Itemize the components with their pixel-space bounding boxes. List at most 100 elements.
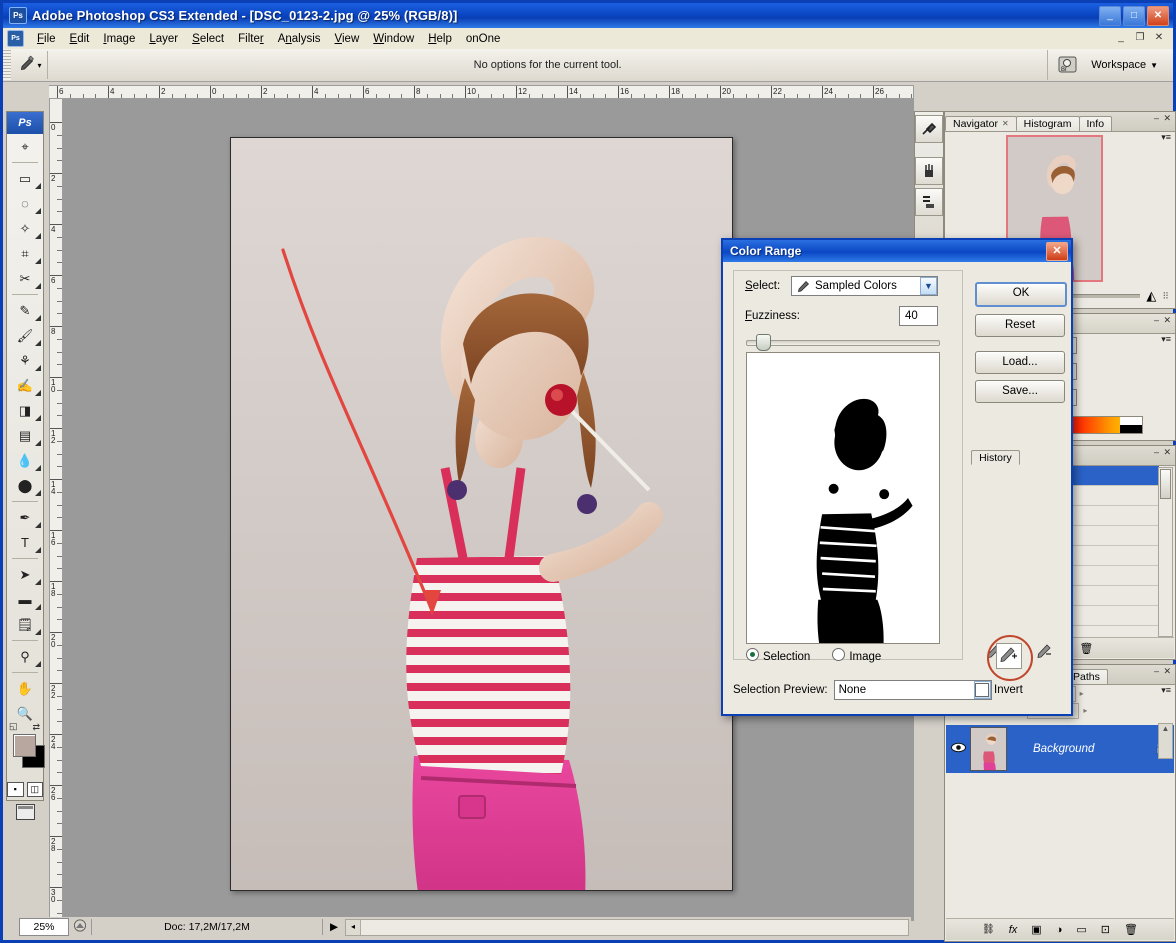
horizontal-scrollbar[interactable]: ◂ — [345, 919, 909, 936]
delete-icon[interactable]: 🗑 — [1079, 642, 1093, 655]
color-range-preview[interactable] — [746, 352, 940, 644]
workspace-button[interactable]: Workspace ▼ — [1086, 57, 1163, 73]
zoom-level-field[interactable]: 25% — [19, 918, 69, 936]
standard-mode-icon[interactable]: ▪ — [7, 782, 24, 797]
layer-mask-icon[interactable]: ▣ — [1031, 923, 1041, 936]
close-icon[interactable]: ✕ — [1002, 119, 1009, 128]
dialog-close-button[interactable]: ✕ — [1046, 242, 1068, 261]
notes-tool[interactable]: 🗒 — [7, 612, 43, 637]
layer-name[interactable]: Background — [1007, 743, 1148, 755]
menu-select[interactable]: Select — [185, 31, 231, 47]
doc-restore-button[interactable]: ❐ — [1131, 31, 1149, 46]
menu-window[interactable]: Window — [366, 31, 421, 47]
go-to-bridge-icon[interactable]: Br — [1056, 54, 1080, 76]
dodge-tool[interactable]: ⬤ — [7, 473, 43, 498]
menu-file[interactable]: File — [30, 31, 63, 47]
white-swatch[interactable] — [1120, 417, 1142, 425]
type-tool[interactable]: T — [7, 530, 43, 555]
menu-analysis[interactable]: Analysis — [271, 31, 328, 47]
eyedropper-tool[interactable]: ⚲ — [7, 644, 43, 669]
quick-mask-mode-icon[interactable]: ◫ — [27, 782, 44, 797]
fuzziness-slider[interactable] — [746, 340, 940, 346]
layers-scrollbar[interactable]: ▲ — [1158, 723, 1173, 759]
load-button[interactable]: Load... — [975, 351, 1065, 374]
ok-button[interactable]: OK — [975, 282, 1067, 307]
minimize-button[interactable]: _ — [1099, 6, 1121, 26]
select-dropdown[interactable]: Sampled Colors ▼ — [791, 276, 938, 296]
rectangle-shape-tool[interactable]: ▬ — [7, 587, 43, 612]
screen-mode-button[interactable] — [7, 800, 43, 824]
radio-image[interactable]: Image — [832, 648, 881, 663]
tab-history[interactable]: History — [971, 450, 1020, 465]
color-panel-menu-icon[interactable]: ▾≡ — [1161, 334, 1171, 345]
current-tool-icon[interactable]: ▾ — [11, 51, 48, 79]
tab-navigator[interactable]: Navigator ✕ — [945, 116, 1017, 131]
dialog-title-bar[interactable]: Color Range ✕ — [723, 240, 1071, 262]
document-preview-icon[interactable] — [69, 919, 91, 935]
document-canvas[interactable] — [230, 137, 733, 891]
healing-brush-tool[interactable]: ✎ — [7, 298, 43, 323]
actions-scrollbar[interactable] — [1158, 467, 1173, 637]
menu-filter[interactable]: Filter — [231, 31, 271, 47]
layers-panel-window-buttons[interactable]: – ✕ — [1154, 666, 1172, 677]
reset-button[interactable]: Reset — [975, 314, 1065, 337]
menu-view[interactable]: View — [328, 31, 367, 47]
selection-preview-dropdown[interactable]: None ▼ — [834, 680, 992, 700]
actions-scroll-thumb[interactable] — [1160, 469, 1171, 499]
menu-image[interactable]: Image — [96, 31, 142, 47]
default-colors-icon[interactable]: ◱ — [9, 721, 18, 732]
radio-selection[interactable]: Selection — [746, 648, 810, 663]
adjustment-layer-icon[interactable]: ◑ — [1056, 924, 1063, 936]
toolbox-header[interactable]: Ps — [7, 112, 43, 134]
blur-tool[interactable]: 💧 — [7, 448, 43, 473]
fuzziness-slider-thumb[interactable] — [756, 334, 771, 351]
save-button[interactable]: Save... — [975, 380, 1065, 403]
slice-tool[interactable]: ✂ — [7, 266, 43, 291]
gradient-tool[interactable]: ▤ — [7, 423, 43, 448]
move-tool[interactable]: ⌖ — [7, 134, 43, 159]
tab-info[interactable]: Info — [1079, 116, 1113, 131]
foreground-color-swatch[interactable] — [13, 734, 36, 757]
invert-checkbox-row[interactable]: Invert — [975, 683, 1023, 697]
layer-style-icon[interactable]: fx — [1009, 924, 1018, 936]
opacity-stepper-icon[interactable]: ▸ — [1080, 689, 1084, 698]
clone-stamp-tool[interactable]: ⚘ — [7, 348, 43, 373]
status-menu-arrow-icon[interactable]: ▶ — [323, 921, 345, 933]
menu-edit[interactable]: Edit — [63, 31, 97, 47]
history-brush-tool[interactable]: ✍ — [7, 373, 43, 398]
black-swatch[interactable] — [1120, 425, 1142, 433]
fuzziness-input[interactable]: 40 — [899, 306, 938, 326]
fill-stepper-icon[interactable]: ▸ — [1083, 706, 1087, 715]
crop-tool[interactable]: ⌗ — [7, 241, 43, 266]
layer-thumbnail[interactable] — [970, 727, 1007, 771]
swap-colors-icon[interactable]: ⇄ — [32, 722, 40, 733]
brush-tool[interactable]: 🖌 — [7, 323, 43, 348]
pen-tool[interactable]: ✒ — [7, 505, 43, 530]
delete-layer-icon[interactable]: 🗑 — [1124, 923, 1138, 936]
scroll-left-button[interactable]: ◂ — [346, 920, 361, 935]
resize-grip-icon[interactable]: ⠿ — [1162, 291, 1169, 302]
options-bar-grip[interactable] — [3, 50, 11, 80]
color-panel-window-buttons[interactable]: – ✕ — [1154, 315, 1172, 326]
menu-app-icon[interactable]: Ps — [7, 30, 24, 47]
new-group-icon[interactable]: ▭ — [1076, 923, 1086, 936]
close-button[interactable]: ✕ — [1147, 6, 1169, 26]
rectangular-marquee-tool[interactable]: ▭ — [7, 166, 43, 191]
maximize-button[interactable]: □ — [1123, 6, 1145, 26]
actions-panel-window-buttons[interactable]: – ✕ — [1154, 447, 1172, 458]
link-layers-icon[interactable]: ⛓ — [982, 924, 995, 935]
layer-row-background[interactable]: Background — [946, 725, 1174, 773]
layer-visibility-icon[interactable] — [946, 742, 970, 756]
lasso-tool[interactable]: ◌ — [7, 191, 43, 216]
navigator-panel-menu-icon[interactable]: ▾≡ — [1161, 132, 1171, 143]
doc-minimize-button[interactable]: _ — [1112, 31, 1130, 46]
doc-close-button[interactable]: ✕ — [1150, 31, 1168, 46]
hand-tool[interactable]: ✋ — [7, 676, 43, 701]
tab-histogram[interactable]: Histogram — [1016, 116, 1080, 131]
eraser-tool[interactable]: ◨ — [7, 398, 43, 423]
menu-onone[interactable]: onOne — [459, 31, 508, 47]
invert-checkbox[interactable] — [975, 683, 989, 697]
clone-source-icon[interactable] — [915, 188, 943, 216]
zoom-in-icon[interactable]: ◭ — [1146, 288, 1156, 304]
eyedropper-subtract-icon[interactable] — [1035, 642, 1053, 660]
